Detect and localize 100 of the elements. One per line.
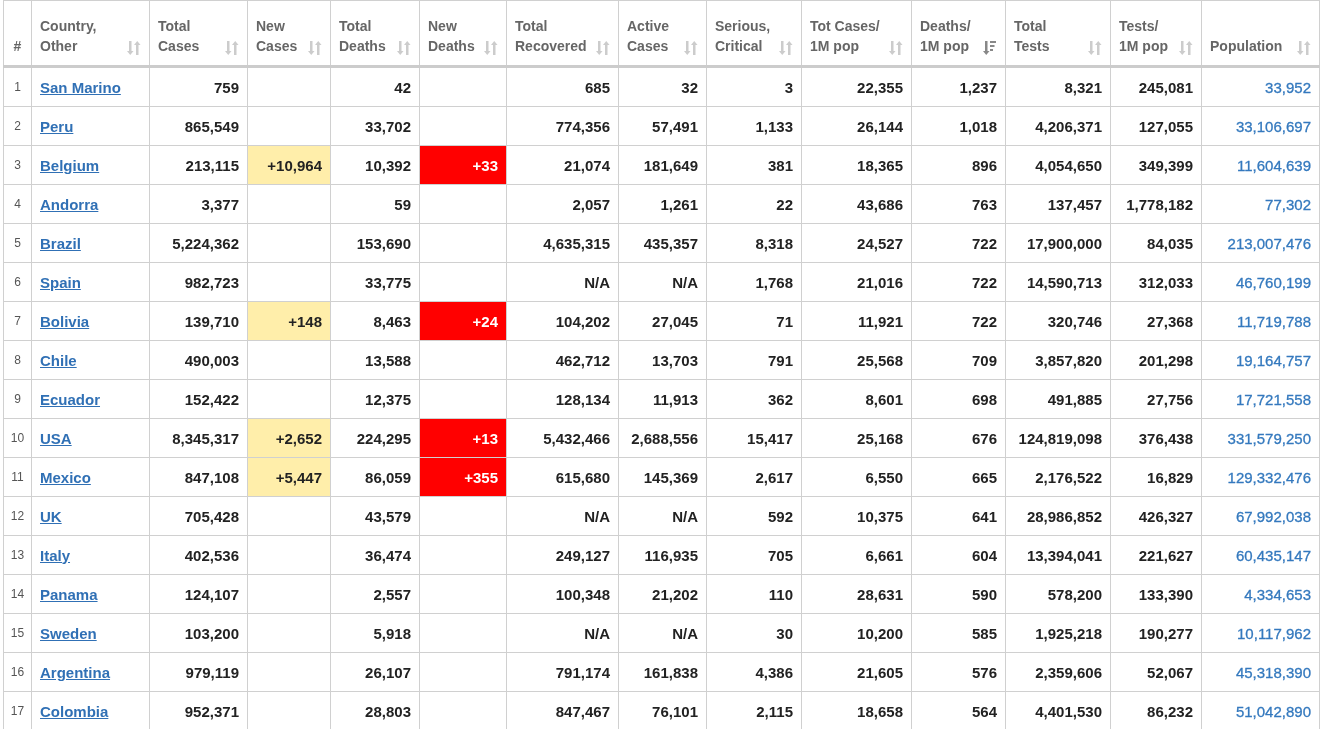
table-cell: 21,016 — [801, 262, 912, 302]
table-cell: 13,394,041 — [1005, 535, 1111, 575]
row-number: 15 — [3, 613, 32, 653]
table-cell: 10,375 — [801, 496, 912, 536]
table-cell: 84,035 — [1110, 223, 1202, 263]
country-link[interactable]: UK — [40, 507, 62, 525]
table-cell: 12,375 — [330, 379, 420, 419]
country-link[interactable]: Brazil — [40, 234, 81, 252]
table-cell: 60,435,147 — [1201, 535, 1320, 575]
country-link[interactable]: Mexico — [40, 468, 91, 486]
table-cell: 249,127 — [506, 535, 619, 575]
sort-icon[interactable] — [684, 40, 698, 56]
table-cell: 8,463 — [330, 301, 420, 341]
country-link[interactable]: Peru — [40, 117, 74, 135]
table-cell: 585 — [911, 613, 1006, 653]
row-number: 4 — [3, 184, 32, 224]
table-cell: 331,579,250 — [1201, 418, 1320, 458]
table-cell: 28,631 — [801, 574, 912, 614]
row-number: 2 — [3, 106, 32, 146]
table-cell: 8,345,317 — [149, 418, 248, 458]
table-cell: +24 — [419, 301, 507, 341]
sort-icon[interactable] — [308, 40, 322, 56]
table-cell: 71 — [706, 301, 802, 341]
table-cell: 67,992,038 — [1201, 496, 1320, 536]
table-cell: 722 — [911, 223, 1006, 263]
table-cell: 722 — [911, 301, 1006, 341]
table-cell: 24,527 — [801, 223, 912, 263]
table-cell: 52,067 — [1110, 652, 1202, 692]
table-cell: 4,054,650 — [1005, 145, 1111, 185]
sort-icon[interactable] — [1297, 40, 1311, 56]
table-cell: 5,918 — [330, 613, 420, 653]
table-cell: 402,536 — [149, 535, 248, 575]
table-cell: 33,952 — [1201, 66, 1320, 107]
table-cell: 221,627 — [1110, 535, 1202, 575]
table-cell: 104,202 — [506, 301, 619, 341]
table-cell: 320,746 — [1005, 301, 1111, 341]
sort-icon[interactable] — [1088, 40, 1102, 56]
sort-icon[interactable] — [127, 40, 141, 56]
table-cell: 641 — [911, 496, 1006, 536]
table-cell: 30 — [706, 613, 802, 653]
table-cell: 381 — [706, 145, 802, 185]
sort-icon[interactable] — [983, 40, 997, 56]
country-link[interactable]: Italy — [40, 546, 70, 564]
country-link[interactable]: Spain — [40, 273, 81, 291]
table-cell: 592 — [706, 496, 802, 536]
table-cell: N/A — [618, 496, 707, 536]
table-cell: 43,579 — [330, 496, 420, 536]
table-cell: 376,438 — [1110, 418, 1202, 458]
table-cell: 3,377 — [149, 184, 248, 224]
table-cell: 1,133 — [706, 106, 802, 146]
table-cell: 22 — [706, 184, 802, 224]
sort-icon[interactable] — [1179, 40, 1193, 56]
table-cell: 110 — [706, 574, 802, 614]
table-cell: 426,327 — [1110, 496, 1202, 536]
table-cell: 11,913 — [618, 379, 707, 419]
table-cell: 10,392 — [330, 145, 420, 185]
table-cell: 698 — [911, 379, 1006, 419]
sort-icon[interactable] — [225, 40, 239, 56]
table-cell: 590 — [911, 574, 1006, 614]
column-header[interactable]: Population — [1210, 36, 1283, 56]
row-number: 17 — [3, 691, 32, 729]
row-number: 13 — [3, 535, 32, 575]
table-cell: 100,348 — [506, 574, 619, 614]
table-cell: 11,604,639 — [1201, 145, 1320, 185]
column-header[interactable]: # — [13, 36, 22, 56]
sort-icon[interactable] — [397, 40, 411, 56]
table-cell: 8,318 — [706, 223, 802, 263]
table-cell: 491,885 — [1005, 379, 1111, 419]
country-link[interactable]: Bolivia — [40, 312, 90, 330]
table-cell: 18,365 — [801, 145, 912, 185]
table-cell: N/A — [506, 262, 619, 302]
table-cell: 705 — [706, 535, 802, 575]
table-cell: 124,107 — [149, 574, 248, 614]
table-cell: 46,760,199 — [1201, 262, 1320, 302]
country-link[interactable]: USA — [40, 429, 72, 447]
row-number: 11 — [3, 457, 32, 497]
table-cell: 774,356 — [506, 106, 619, 146]
sort-icon[interactable] — [484, 40, 498, 56]
table-cell: N/A — [618, 262, 707, 302]
table-cell: 86,059 — [330, 457, 420, 497]
table-cell: 213,115 — [149, 145, 248, 185]
table-cell: 133,390 — [1110, 574, 1202, 614]
country-link[interactable]: Chile — [40, 351, 77, 369]
row-number: 6 — [3, 262, 32, 302]
table-cell: +148 — [247, 301, 331, 341]
table-cell: 33,106,697 — [1201, 106, 1320, 146]
table-cell: N/A — [506, 496, 619, 536]
table-cell: 137,457 — [1005, 184, 1111, 224]
table-cell: 16,829 — [1110, 457, 1202, 497]
table-cell: 722 — [911, 262, 1006, 302]
sort-icon[interactable] — [596, 40, 610, 56]
sort-icon[interactable] — [779, 40, 793, 56]
table-cell: 27,756 — [1110, 379, 1202, 419]
table-cell: 27,368 — [1110, 301, 1202, 341]
sort-icon[interactable] — [889, 40, 903, 56]
table-cell: 576 — [911, 652, 1006, 692]
table-cell: 26,144 — [801, 106, 912, 146]
row-number: 9 — [3, 379, 32, 419]
table-cell: 11,719,788 — [1201, 301, 1320, 341]
table-cell: 127,055 — [1110, 106, 1202, 146]
